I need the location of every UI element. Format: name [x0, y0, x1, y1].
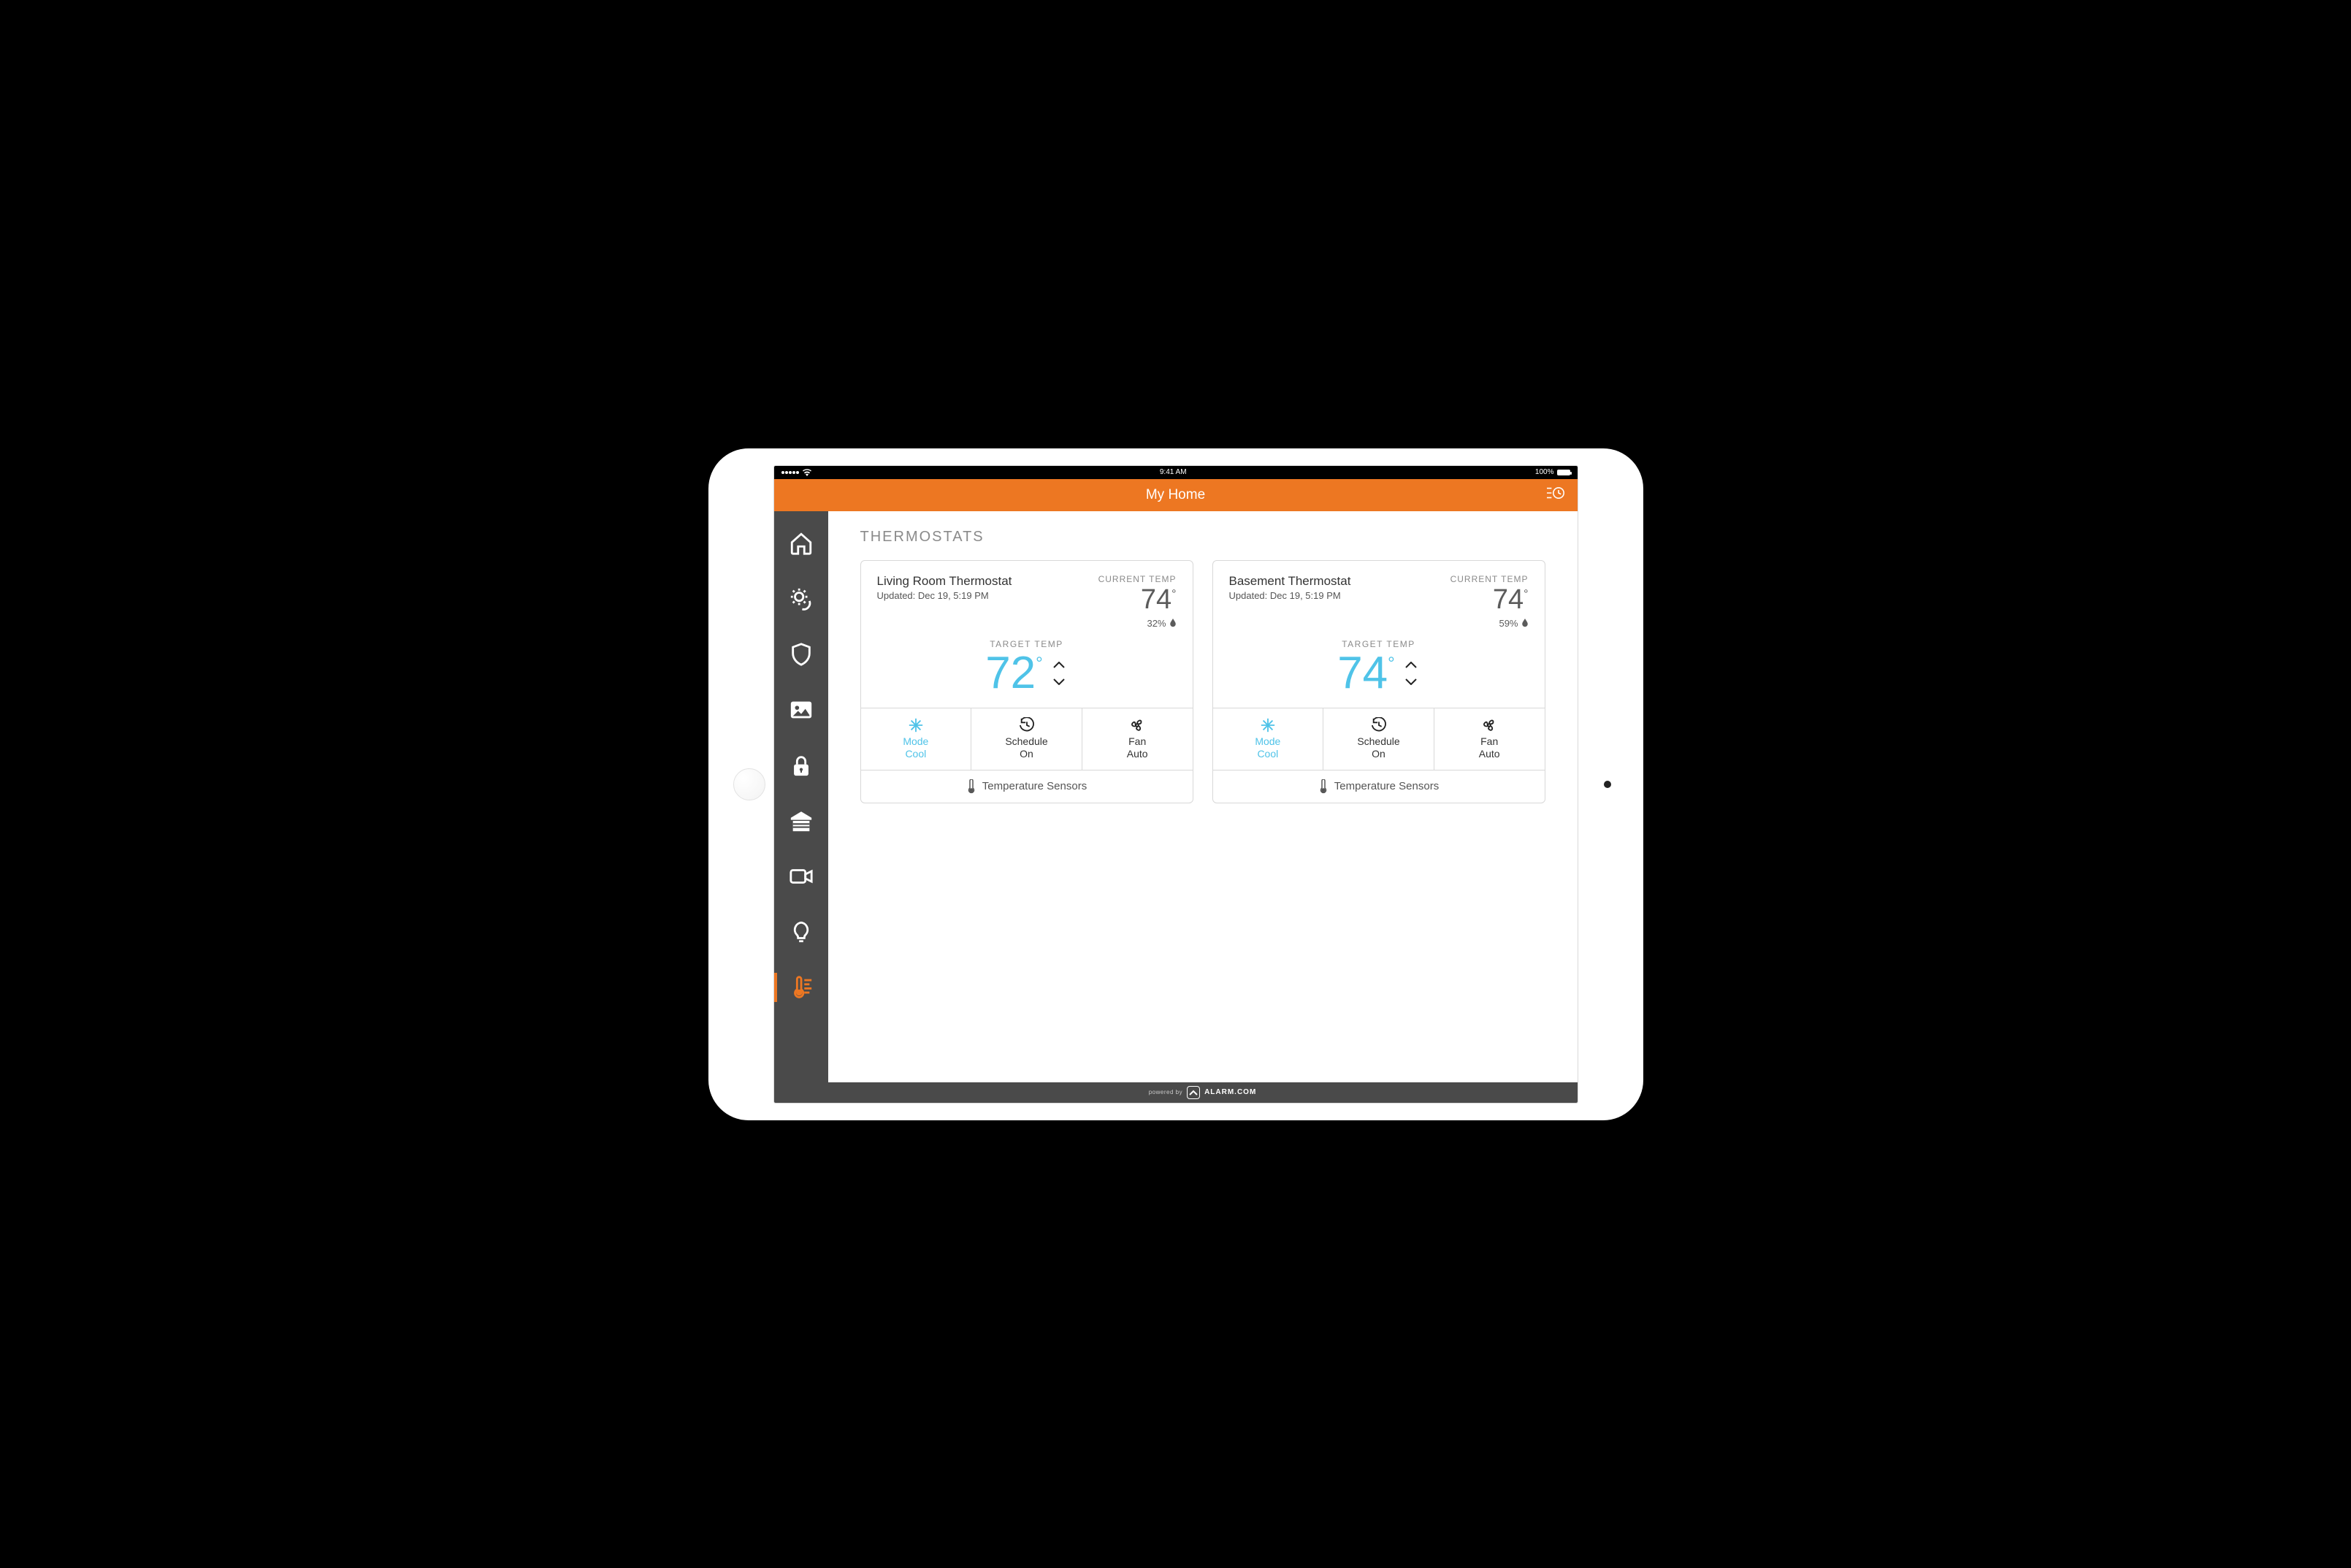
app-screen: 9:41 AM 100% My Home	[774, 466, 1578, 1103]
thermostat-card: Basement Thermostat Updated: Dec 19, 5:1…	[1212, 560, 1545, 803]
sidebar-item-locks[interactable]	[774, 738, 828, 793]
thermostat-updated: Updated: Dec 19, 5:19 PM	[1229, 590, 1351, 601]
sidebar-item-video[interactable]	[774, 849, 828, 904]
battery-percent: 100%	[1535, 468, 1554, 476]
status-time: 9:41 AM	[1160, 468, 1187, 476]
droplet-icon	[1521, 619, 1529, 627]
mode-button[interactable]: Mode Cool	[1213, 708, 1324, 770]
fan-button[interactable]: Fan Auto	[1082, 708, 1193, 770]
current-temp-label: CURRENT TEMP	[1098, 574, 1177, 584]
droplet-icon	[1169, 619, 1177, 627]
tablet-home-button[interactable]	[733, 768, 765, 800]
sidebar-item-garage[interactable]	[774, 793, 828, 849]
sidebar-item-thermostats[interactable]	[774, 960, 828, 1015]
thermostat-card: Living Room Thermostat Updated: Dec 19, …	[860, 560, 1193, 803]
humidity: 59%	[1450, 618, 1529, 629]
sidebar-item-scenes[interactable]	[774, 571, 828, 627]
thermometer-icon	[1318, 779, 1329, 794]
snowflake-icon	[1260, 717, 1276, 733]
wifi-icon	[803, 469, 811, 476]
target-temp-value: 72°	[985, 651, 1043, 696]
mode-button[interactable]: Mode Cool	[861, 708, 972, 770]
battery-icon	[1557, 470, 1570, 475]
temp-down-button[interactable]	[1050, 674, 1068, 689]
status-bar: 9:41 AM 100%	[774, 466, 1578, 479]
temp-down-button[interactable]	[1402, 674, 1420, 689]
signal-dots-icon	[781, 468, 800, 476]
footer-powered-label: powered by	[1149, 1089, 1182, 1095]
fan-icon	[1481, 717, 1497, 733]
schedule-button[interactable]: Schedule On	[1323, 708, 1434, 770]
brand-logo-icon	[1187, 1086, 1200, 1099]
fan-button[interactable]: Fan Auto	[1434, 708, 1545, 770]
sidebar	[774, 511, 828, 1103]
thermostat-updated: Updated: Dec 19, 5:19 PM	[877, 590, 1012, 601]
humidity: 32%	[1098, 618, 1177, 629]
thermostat-cards: Living Room Thermostat Updated: Dec 19, …	[828, 560, 1578, 803]
footer: powered by ALARM.COM	[828, 1082, 1578, 1103]
schedule-button[interactable]: Schedule On	[971, 708, 1082, 770]
temperature-sensors-button[interactable]: Temperature Sensors	[1213, 770, 1545, 803]
thermostat-name: Living Room Thermostat	[877, 574, 1012, 589]
footer-brand: ALARM.COM	[1204, 1088, 1256, 1096]
app-header: My Home	[774, 479, 1578, 511]
history-icon[interactable]	[1547, 486, 1564, 505]
fan-icon	[1129, 717, 1145, 733]
target-temp-value: 74°	[1337, 651, 1395, 696]
schedule-icon	[1371, 717, 1387, 733]
current-temp-value: 74°	[1450, 586, 1529, 613]
sidebar-item-images[interactable]	[774, 682, 828, 738]
thermometer-icon	[966, 779, 976, 794]
sidebar-item-lights[interactable]	[774, 904, 828, 960]
page-title: My Home	[1146, 487, 1205, 503]
current-temp-value: 74°	[1098, 586, 1177, 613]
sidebar-item-home[interactable]	[774, 516, 828, 571]
tablet-frame: 9:41 AM 100% My Home	[708, 448, 1643, 1120]
main-content: THERMOSTATS Living Room Thermostat Updat…	[828, 511, 1578, 1103]
temp-up-button[interactable]	[1050, 658, 1068, 673]
temp-up-button[interactable]	[1402, 658, 1420, 673]
tablet-camera	[1604, 781, 1611, 788]
current-temp-label: CURRENT TEMP	[1450, 574, 1529, 584]
temperature-sensors-button[interactable]: Temperature Sensors	[861, 770, 1193, 803]
schedule-icon	[1019, 717, 1035, 733]
snowflake-icon	[908, 717, 924, 733]
sidebar-item-security[interactable]	[774, 627, 828, 682]
section-title: THERMOSTATS	[828, 511, 1578, 560]
thermostat-name: Basement Thermostat	[1229, 574, 1351, 589]
